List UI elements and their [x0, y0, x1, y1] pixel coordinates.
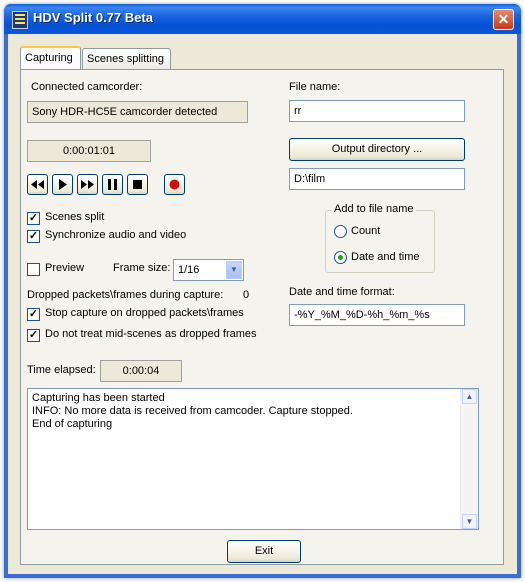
scroll-up-icon[interactable]: ▲: [462, 389, 477, 404]
scenes-split-checkbox[interactable]: ✓: [27, 212, 40, 225]
checkmark-icon: ✓: [28, 329, 39, 341]
frame-size-combobox[interactable]: 1/16 ▼: [173, 259, 244, 281]
checkmark-icon: ✓: [28, 308, 39, 320]
close-button[interactable]: ✕: [493, 9, 514, 30]
app-window: HDV Split 0.77 Beta ✕ Capturing Scenes s…: [4, 4, 521, 578]
capture-log[interactable]: Capturing has been started INFO: No more…: [27, 388, 479, 530]
stop-button[interactable]: [127, 174, 148, 195]
stop-on-dropped-label: Stop capture on dropped packets\frames: [45, 307, 244, 319]
preview-label: Preview: [45, 262, 85, 274]
scroll-down-icon[interactable]: ▼: [462, 514, 477, 529]
stop-icon: [133, 180, 142, 189]
camcorder-status-field: Sony HDR-HC5E camcorder detected: [27, 101, 248, 123]
log-line: Capturing has been started: [32, 392, 165, 404]
elapsed-display: 0:00:04: [100, 360, 182, 382]
output-directory-button[interactable]: Output directory ...: [289, 138, 465, 161]
pause-button[interactable]: [102, 174, 123, 195]
mid-scenes-checkbox[interactable]: ✓: [27, 329, 40, 342]
frame-size-label: Frame size:: [113, 262, 171, 274]
play-button[interactable]: [52, 174, 73, 195]
log-line: End of capturing: [32, 418, 113, 430]
scenes-split-label: Scenes split: [45, 211, 105, 223]
checkmark-icon: ✓: [28, 230, 39, 242]
date-format-label: Date and time format:: [289, 286, 395, 298]
transport-controls: [27, 174, 197, 195]
frame-size-value: 1/16: [178, 264, 200, 276]
app-icon: [12, 11, 28, 29]
tab-scenes-splitting[interactable]: Scenes splitting: [82, 48, 171, 69]
rewind-icon: [31, 180, 44, 189]
tab-capturing[interactable]: Capturing: [20, 46, 81, 69]
exit-button[interactable]: Exit: [227, 540, 301, 563]
file-name-input[interactable]: rr: [289, 100, 465, 122]
log-line: INFO: No more data is received from camc…: [32, 405, 353, 417]
mid-scenes-label: Do not treat mid-scenes as dropped frame…: [45, 328, 257, 340]
fast-forward-button[interactable]: [77, 174, 98, 195]
client-area: Capturing Scenes splitting Connected cam…: [8, 34, 517, 574]
sync-av-checkbox[interactable]: ✓: [27, 230, 40, 243]
rewind-button[interactable]: [27, 174, 48, 195]
timecode-display: 0:00:01:01: [27, 140, 151, 162]
add-to-file-name-title: Add to file name: [332, 203, 416, 215]
camcorder-label: Connected camcorder:: [31, 81, 143, 93]
date-format-input[interactable]: -%Y_%M_%D-%h_%m_%s: [289, 304, 465, 326]
window-title: HDV Split 0.77 Beta: [33, 10, 153, 25]
stop-on-dropped-checkbox[interactable]: ✓: [27, 308, 40, 321]
preview-checkbox[interactable]: [27, 263, 40, 276]
dropped-label: Dropped packets\frames during capture:: [27, 289, 224, 301]
checkmark-icon: ✓: [28, 212, 39, 224]
date-time-label: Date and time: [351, 251, 420, 263]
log-scrollbar[interactable]: ▲ ▼: [460, 389, 478, 529]
title-bar[interactable]: HDV Split 0.77 Beta ✕: [4, 4, 521, 34]
output-directory-input[interactable]: D:\film: [289, 168, 465, 190]
pause-icon: [108, 179, 117, 190]
dropped-count: 0: [243, 289, 250, 301]
count-label: Count: [351, 225, 381, 237]
count-radio[interactable]: [334, 225, 347, 238]
date-time-radio[interactable]: [334, 251, 347, 264]
capturing-panel: Connected camcorder: Sony HDR-HC5E camco…: [20, 69, 504, 565]
fast-forward-icon: [81, 180, 94, 189]
elapsed-label: Time elapsed:: [27, 364, 96, 376]
file-name-label: File name:: [289, 81, 341, 93]
sync-av-label: Synchronize audio and video: [45, 229, 187, 241]
add-to-file-name-group: Add to file name Count Date and time: [325, 203, 435, 273]
record-button[interactable]: [164, 174, 185, 195]
play-icon: [59, 179, 67, 190]
log-lines: Capturing has been started INFO: No more…: [28, 389, 478, 431]
record-icon: [169, 179, 180, 190]
chevron-down-icon[interactable]: ▼: [226, 261, 242, 279]
